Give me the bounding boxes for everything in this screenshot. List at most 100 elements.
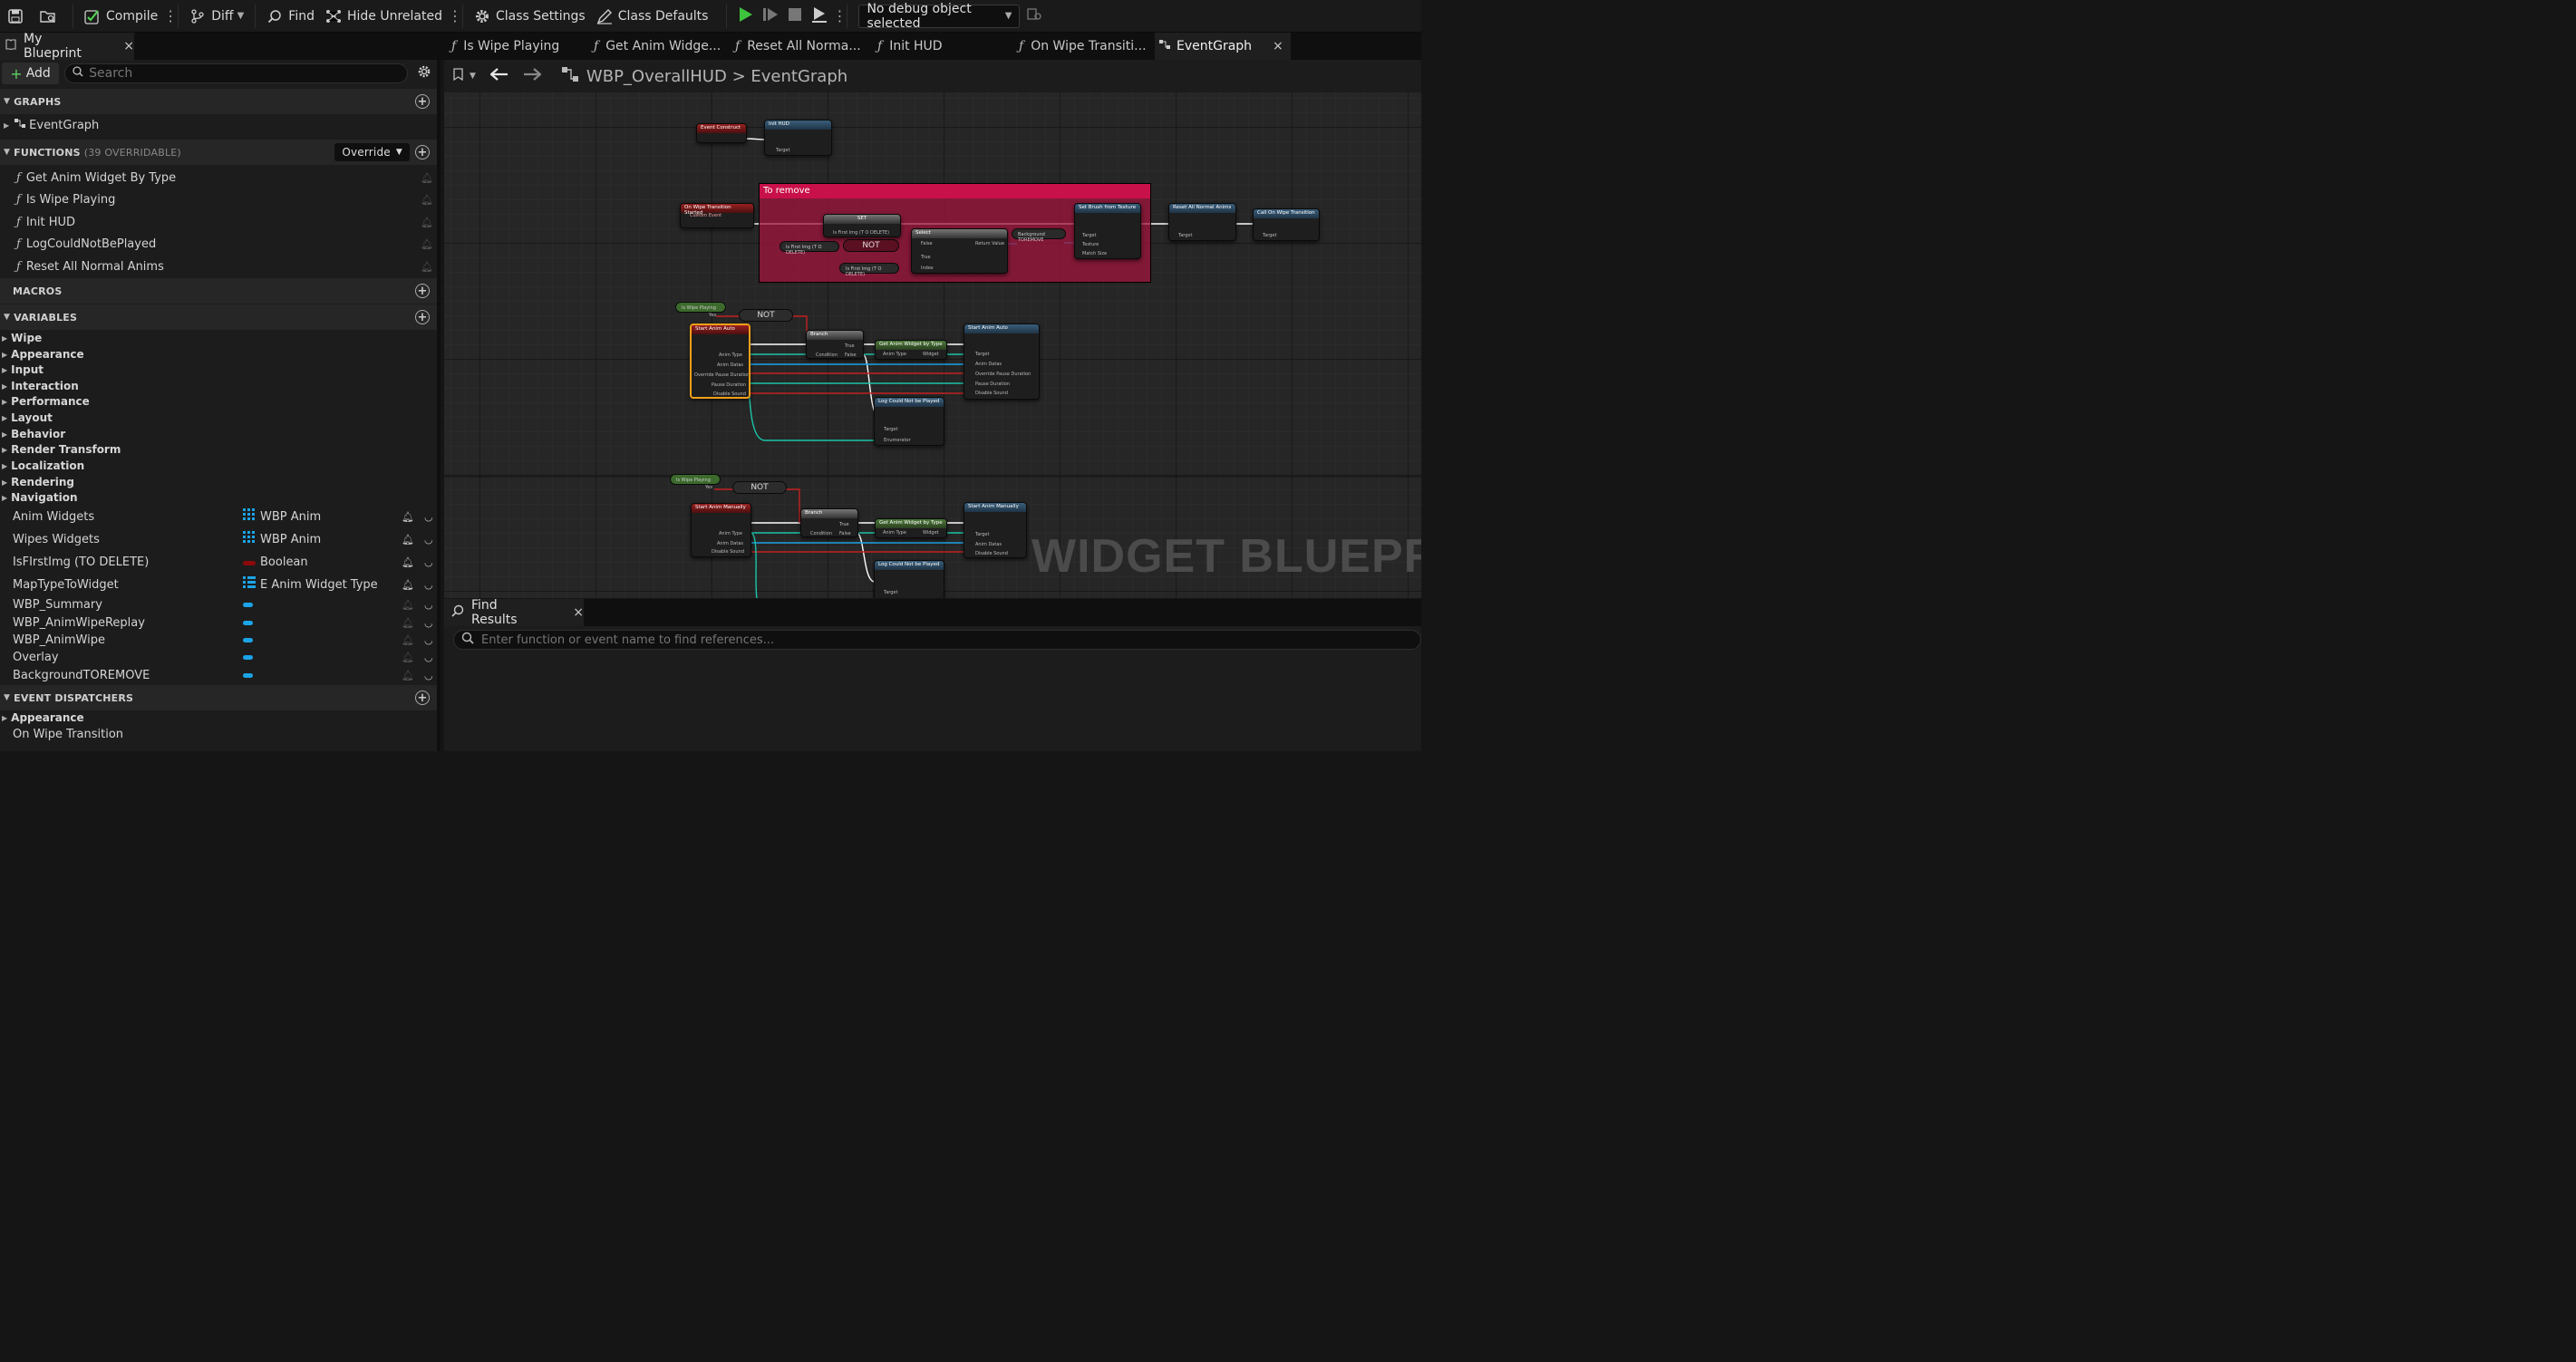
bell-icon[interactable]: 🔔︎ <box>402 579 414 591</box>
add-graph-icon[interactable]: + <box>415 94 430 109</box>
debug-filter-button[interactable] <box>1020 2 1049 31</box>
hide-unrelated-button[interactable]: Hide Unrelated <box>320 2 448 31</box>
variable-item[interactable]: WBP_AnimWipe 🔔︎ ◡ <box>0 631 437 649</box>
settings-gear-icon[interactable] <box>417 64 431 82</box>
var-is-first-img[interactable]: Is First Img (T O DELETE) <box>780 241 839 256</box>
variable-type[interactable]: WBP Anim <box>243 508 321 525</box>
node-start-anim-auto-call[interactable]: Start Anim Auto Target Anim Datas Overri… <box>964 324 1040 400</box>
bell-icon[interactable]: 🔔︎ <box>402 534 414 546</box>
var-is-wipe-playing[interactable]: Is Wipe Playing <box>670 474 721 485</box>
bookmark-icon[interactable] <box>453 68 464 84</box>
forward-arrow-icon[interactable] <box>523 68 542 84</box>
breadcrumb-blueprint[interactable]: WBP_OverallHUD <box>586 67 727 86</box>
variable-category[interactable]: ▶ Input <box>0 362 44 378</box>
back-arrow-icon[interactable] <box>489 68 508 84</box>
var-is-wipe-playing[interactable]: Is Wipe Playing <box>675 302 726 313</box>
node-log-could-not-be-played[interactable]: Log Could Not be Played Target Enumerato… <box>874 397 944 446</box>
bell-icon[interactable]: 🔔︎ <box>402 652 414 663</box>
variable-category[interactable]: ▶ Rendering <box>0 474 74 490</box>
eye-closed-icon[interactable]: ◡ <box>424 579 433 591</box>
variable-item[interactable]: Overlay 🔔︎ ◡ <box>0 648 437 666</box>
eye-closed-icon[interactable]: ◡ <box>424 670 433 681</box>
node-log-could-not-be-played[interactable]: Log Could Not be Played Target <box>874 560 944 598</box>
var-is-first-img[interactable]: Is First Img (T O DELETE) <box>839 263 899 277</box>
event-graph-canvas[interactable]: To remove Event Construct Init HUD Targe… <box>444 92 1421 598</box>
functions-section-header[interactable]: ▼ FUNCTIONS (39 OVERRIDABLE) Override ▼ + <box>0 140 437 165</box>
variable-type[interactable] <box>243 620 253 625</box>
variable-category[interactable]: ▶ Localization <box>0 458 84 474</box>
search-input[interactable] <box>89 66 398 81</box>
bell-icon[interactable]: 🔔︎ <box>421 217 433 228</box>
variable-type[interactable] <box>243 672 253 678</box>
tab-find-results[interactable]: Find Results × <box>444 598 584 627</box>
node-on-wipe-transition-started[interactable]: On Wipe Transition Started Custom Event <box>680 203 754 228</box>
browse-button[interactable] <box>34 2 67 31</box>
compile-options-icon[interactable]: ⋮ <box>163 7 178 24</box>
variable-type[interactable]: Boolean <box>243 555 308 569</box>
bell-icon[interactable]: 🔔︎ <box>402 634 414 646</box>
bell-icon[interactable]: 🔔︎ <box>402 617 414 629</box>
variable-type[interactable] <box>243 637 253 642</box>
tab-init-hud[interactable]: ƒ Init HUD <box>877 33 943 60</box>
compile-button[interactable]: Compile <box>79 2 163 31</box>
event-dispatchers-section-header[interactable]: ▼ EVENT DISPATCHERS + <box>0 685 437 710</box>
eye-closed-icon[interactable]: ◡ <box>424 556 433 568</box>
node-start-anim-manually[interactable]: Start Anim Manually Anim Type Anim Datas… <box>691 503 751 557</box>
close-icon[interactable]: × <box>123 39 134 53</box>
function-item[interactable]: ƒ Get Anim Widget By Type 🔔︎ <box>0 168 437 188</box>
play-options-icon[interactable]: ⋮ <box>832 7 847 24</box>
function-item[interactable]: ƒ Is Wipe Playing 🔔︎ <box>0 189 437 209</box>
node-get-anim-widget-by-type[interactable]: Get Anim Widget by Type Anim Type Widget <box>875 340 947 360</box>
bell-icon[interactable]: 🔔︎ <box>402 511 414 523</box>
graph-item-eventgraph[interactable]: ▶ EventGraph <box>0 115 437 135</box>
variable-item[interactable]: Anim Widgets WBP Anim 🔔︎ ◡ <box>0 507 437 526</box>
variable-category[interactable]: ▶ Performance <box>0 393 90 410</box>
node-start-anim-manually-call[interactable]: Start Anim Manually Target Anim Datas Di… <box>964 502 1027 558</box>
eye-closed-icon[interactable]: ◡ <box>424 634 433 646</box>
node-not[interactable]: NOT <box>843 239 899 252</box>
class-defaults-button[interactable]: Class Defaults <box>591 2 714 31</box>
add-function-icon[interactable]: + <box>415 145 430 159</box>
variable-type[interactable]: E Anim Widget Type <box>243 576 378 593</box>
eye-closed-icon[interactable]: ◡ <box>424 511 433 523</box>
add-button[interactable]: + Add <box>2 63 60 84</box>
eye-closed-icon[interactable]: ◡ <box>424 617 433 629</box>
variable-item[interactable]: MapTypeToWidget E Anim Widget Type 🔔︎ ◡ <box>0 575 437 594</box>
bell-icon[interactable]: 🔔︎ <box>402 556 414 568</box>
tab-reset-all-normal[interactable]: ƒ Reset All Norma... <box>735 33 861 60</box>
variable-category[interactable]: ▶ Wipe <box>0 330 42 346</box>
close-icon[interactable]: × <box>1273 39 1283 53</box>
bell-icon[interactable]: 🔔︎ <box>402 670 414 681</box>
variable-category[interactable]: ▶ Interaction <box>0 378 79 394</box>
node-branch[interactable]: Branch True Condition False <box>800 508 858 537</box>
add-macro-icon[interactable]: + <box>415 284 430 298</box>
find-options-icon[interactable]: ⋮ <box>448 7 462 24</box>
dispatcher-category[interactable]: ▶ Appearance <box>0 710 84 726</box>
find-input[interactable] <box>481 633 1297 647</box>
find-button[interactable]: Find <box>261 2 320 31</box>
variable-item[interactable]: Wipes Widgets WBP Anim 🔔︎ ◡ <box>0 530 437 548</box>
tab-my-blueprint[interactable]: My Blueprint × <box>0 32 134 61</box>
tab-is-wipe-playing[interactable]: ƒ Is Wipe Playing <box>451 33 559 60</box>
dispatcher-item[interactable]: On Wipe Transition <box>0 725 437 743</box>
bell-icon[interactable]: 🔔︎ <box>421 261 433 273</box>
node-reset-all-normal-anims[interactable]: Reset All Normal Anims Target <box>1168 203 1236 241</box>
eject-button[interactable] <box>807 2 832 31</box>
node-init-hud[interactable]: Init HUD Target <box>764 120 832 156</box>
node-call-on-wipe-transition[interactable]: Call On Wipe Transition Target <box>1253 208 1320 241</box>
chevron-down-icon[interactable]: ▼ <box>470 72 476 81</box>
variable-item[interactable]: BackgroundTOREMOVE 🔔︎ ◡ <box>0 666 437 684</box>
save-button[interactable] <box>0 2 34 31</box>
bell-icon[interactable]: 🔔︎ <box>421 194 433 206</box>
bell-icon[interactable]: 🔔︎ <box>421 238 433 250</box>
tab-on-wipe-transition[interactable]: ƒ On Wipe Transiti... <box>1019 33 1147 60</box>
bell-icon[interactable]: 🔔︎ <box>402 599 414 611</box>
bell-icon[interactable]: 🔔︎ <box>421 172 433 184</box>
stop-button[interactable] <box>783 2 807 31</box>
node-not[interactable]: NOT <box>732 481 787 494</box>
node-set-brush-from-texture[interactable]: Set Brush from Texture Target Texture Ma… <box>1074 203 1141 259</box>
variable-category[interactable]: ▶ Render Transform <box>0 441 121 458</box>
function-item[interactable]: ƒ LogCouldNotBePlayed 🔔︎ <box>0 234 437 254</box>
debug-object-select[interactable]: No debug object selected ▼ <box>858 2 1021 31</box>
eye-closed-icon[interactable]: ◡ <box>424 599 433 611</box>
